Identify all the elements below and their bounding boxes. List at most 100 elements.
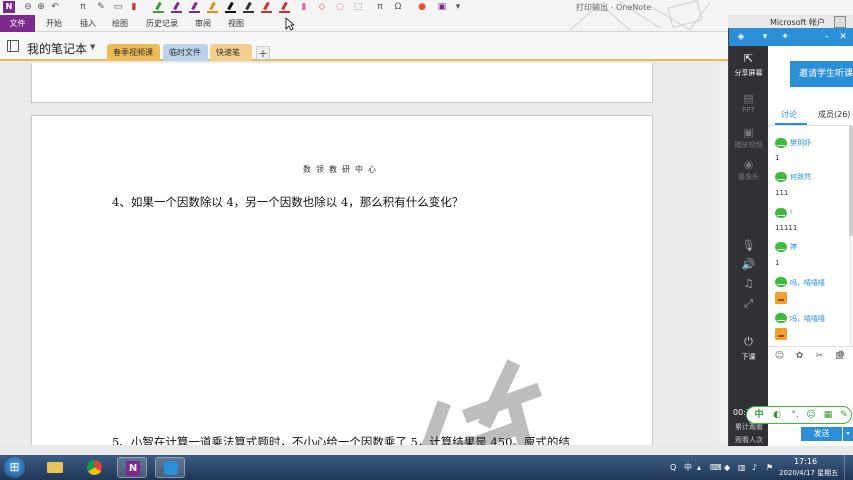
tab-file[interactable]: 文件 bbox=[0, 15, 35, 32]
emoji-icon[interactable]: ☺ bbox=[805, 409, 817, 422]
send-options-button[interactable]: ▾ bbox=[843, 427, 853, 441]
end-class-label[interactable]: 下课 bbox=[729, 352, 768, 362]
taskbar-classroom-app[interactable] bbox=[155, 457, 185, 478]
clock-time[interactable]: 17:16 bbox=[794, 457, 817, 466]
expand-icon[interactable]: ⤢ bbox=[741, 297, 756, 310]
pen-purple-icon[interactable] bbox=[171, 2, 182, 13]
wechat-icon bbox=[775, 208, 787, 218]
share-screen-icon[interactable]: ⇱ bbox=[741, 52, 756, 65]
section-tab-spring-video[interactable]: 春季视频课 bbox=[107, 44, 160, 61]
notebook-name[interactable]: 我的笔记本 bbox=[27, 40, 87, 57]
page-scrollbar[interactable] bbox=[719, 63, 728, 445]
taskbar-chrome[interactable] bbox=[80, 457, 110, 478]
forward-icon[interactable]: ⊕ bbox=[35, 1, 47, 13]
tab-discussion[interactable]: 讨论 bbox=[781, 109, 797, 120]
back-icon[interactable]: ⊖ bbox=[22, 1, 34, 13]
panel-logo-icon: ◈ bbox=[737, 32, 745, 42]
message-sender: 吗，嘻嘻嘻 bbox=[790, 315, 825, 323]
lasso-icon[interactable]: ◌ bbox=[334, 1, 346, 13]
tray-expand-icon[interactable]: ▴ bbox=[697, 461, 701, 475]
music-icon[interactable]: ♫ bbox=[741, 277, 756, 290]
message-text: 1 bbox=[775, 154, 780, 162]
network-icon[interactable]: ▥ bbox=[738, 461, 746, 475]
more-icon[interactable]: ▾ bbox=[452, 1, 464, 13]
wechat-icon bbox=[775, 138, 787, 148]
send-button[interactable]: 发送 bbox=[801, 427, 842, 441]
camera-icon[interactable]: ◉ bbox=[741, 158, 756, 171]
moon-icon[interactable]: ◐ bbox=[771, 409, 783, 422]
shield-icon[interactable]: ◆ bbox=[724, 461, 730, 475]
camera-label[interactable]: 摄像头 bbox=[729, 172, 768, 182]
pen-black-icon[interactable] bbox=[225, 2, 236, 13]
speaker-icon[interactable]: ♪ bbox=[752, 461, 757, 475]
tray-language[interactable]: 中 bbox=[684, 461, 692, 475]
tab-draw[interactable]: 绘图 bbox=[112, 17, 128, 30]
speaker-icon[interactable]: 🔊 bbox=[741, 258, 756, 271]
share-screen-label[interactable]: 分享屏幕 bbox=[729, 68, 768, 78]
avatar[interactable] bbox=[834, 16, 846, 28]
shapes-icon[interactable]: ▭ bbox=[112, 1, 124, 13]
ink-to-math-icon[interactable]: ✎ bbox=[95, 1, 107, 13]
ppt-icon[interactable]: ▤ bbox=[741, 92, 756, 105]
message-text: 111 bbox=[775, 189, 789, 197]
tab-members[interactable]: 成员(26) bbox=[818, 109, 850, 120]
keyboard-icon[interactable]: ⌨ bbox=[710, 461, 722, 475]
pen-purple-2-icon[interactable] bbox=[189, 2, 200, 13]
taskbar-onenote[interactable] bbox=[117, 457, 147, 478]
symbol-icon[interactable]: Ω bbox=[392, 1, 404, 13]
tab-view[interactable]: 视图 bbox=[228, 17, 244, 30]
gear-icon[interactable]: ⚙ bbox=[837, 350, 845, 360]
ime-mode-button[interactable]: 中 bbox=[753, 409, 765, 422]
video-icon[interactable]: ▣ bbox=[741, 126, 756, 139]
notebook-icon bbox=[7, 40, 19, 52]
highlighter-icon[interactable]: ▮ bbox=[128, 1, 140, 13]
pen-green-icon[interactable] bbox=[153, 2, 164, 13]
pen-red-2-icon[interactable] bbox=[279, 2, 290, 13]
wrench-icon[interactable]: ✎ bbox=[838, 409, 850, 422]
section-tab-temp-files[interactable]: 临时文件 bbox=[163, 44, 208, 61]
invite-students-button[interactable]: 邀请学生听课 bbox=[790, 61, 853, 87]
flower-icon[interactable]: ✿ bbox=[794, 351, 805, 362]
pen-black-2-icon[interactable] bbox=[243, 2, 254, 13]
microphone-icon[interactable]: 🎙 bbox=[741, 239, 756, 252]
onenote-small-icon[interactable]: ▣ bbox=[436, 1, 448, 13]
emoji-icon[interactable]: ☺ bbox=[774, 351, 785, 362]
chevron-down-icon[interactable]: ▼ bbox=[90, 43, 95, 51]
undo-icon[interactable]: ↶ bbox=[49, 1, 61, 13]
eraser-icon[interactable]: ◇ bbox=[316, 1, 328, 13]
start-button[interactable] bbox=[4, 457, 25, 478]
pen-orange-icon[interactable] bbox=[207, 2, 218, 13]
section-tab-quick-notes[interactable]: 快速笔记 bbox=[210, 44, 252, 74]
flag-icon[interactable]: ⚑ bbox=[766, 461, 773, 475]
keyboard-icon[interactable]: ▦ bbox=[821, 409, 835, 422]
search-icon[interactable]: Q bbox=[670, 461, 680, 475]
select-icon[interactable]: ⬚ bbox=[352, 1, 364, 13]
tab-review[interactable]: 审阅 bbox=[195, 17, 211, 30]
emoji-sticker-icon bbox=[775, 328, 787, 340]
power-icon[interactable]: ⏻ bbox=[741, 335, 756, 348]
printout-page: 数领教研中心 4、如果一个因数除以 4，另一个因数也除以 4，那么积有什么变化？… bbox=[31, 115, 653, 445]
equation-icon[interactable]: π bbox=[374, 1, 386, 13]
taskbar-explorer[interactable] bbox=[40, 457, 70, 478]
highlighter-pink-icon[interactable]: ▮ bbox=[298, 1, 310, 13]
pi-icon[interactable]: π bbox=[77, 1, 89, 13]
tab-home[interactable]: 开始 bbox=[46, 17, 62, 30]
tab-history[interactable]: 历史记录 bbox=[146, 17, 178, 30]
minimize-icon[interactable]: – bbox=[821, 31, 833, 43]
punctuation-icon[interactable]: °, bbox=[789, 409, 801, 422]
chat-scrollbar-thumb[interactable] bbox=[849, 126, 853, 236]
add-section-button[interactable]: + bbox=[256, 46, 270, 60]
color-wheel-icon[interactable]: ● bbox=[416, 1, 428, 13]
close-icon[interactable]: ✕ bbox=[837, 31, 849, 43]
account-label[interactable]: Microsoft 帐户 bbox=[770, 17, 825, 28]
show-desktop-button[interactable] bbox=[844, 455, 853, 480]
chevron-down-icon[interactable]: ▾ bbox=[759, 31, 771, 43]
play-video-label[interactable]: 播放视频 bbox=[729, 140, 768, 150]
scissors-icon[interactable]: ✂ bbox=[814, 351, 825, 362]
tab-insert[interactable]: 插入 bbox=[80, 17, 96, 30]
ppt-label[interactable]: PPT bbox=[729, 106, 768, 114]
pin-icon[interactable]: ✦ bbox=[779, 31, 791, 43]
pen-red-icon[interactable] bbox=[261, 2, 272, 13]
clock-date[interactable]: 2020/4/17 星期五 bbox=[779, 468, 838, 478]
taskbar: Q 中 ▴ ⌨ ◆ ▥ ♪ ⚑ 17:16 2020/4/17 星期五 bbox=[0, 455, 853, 480]
